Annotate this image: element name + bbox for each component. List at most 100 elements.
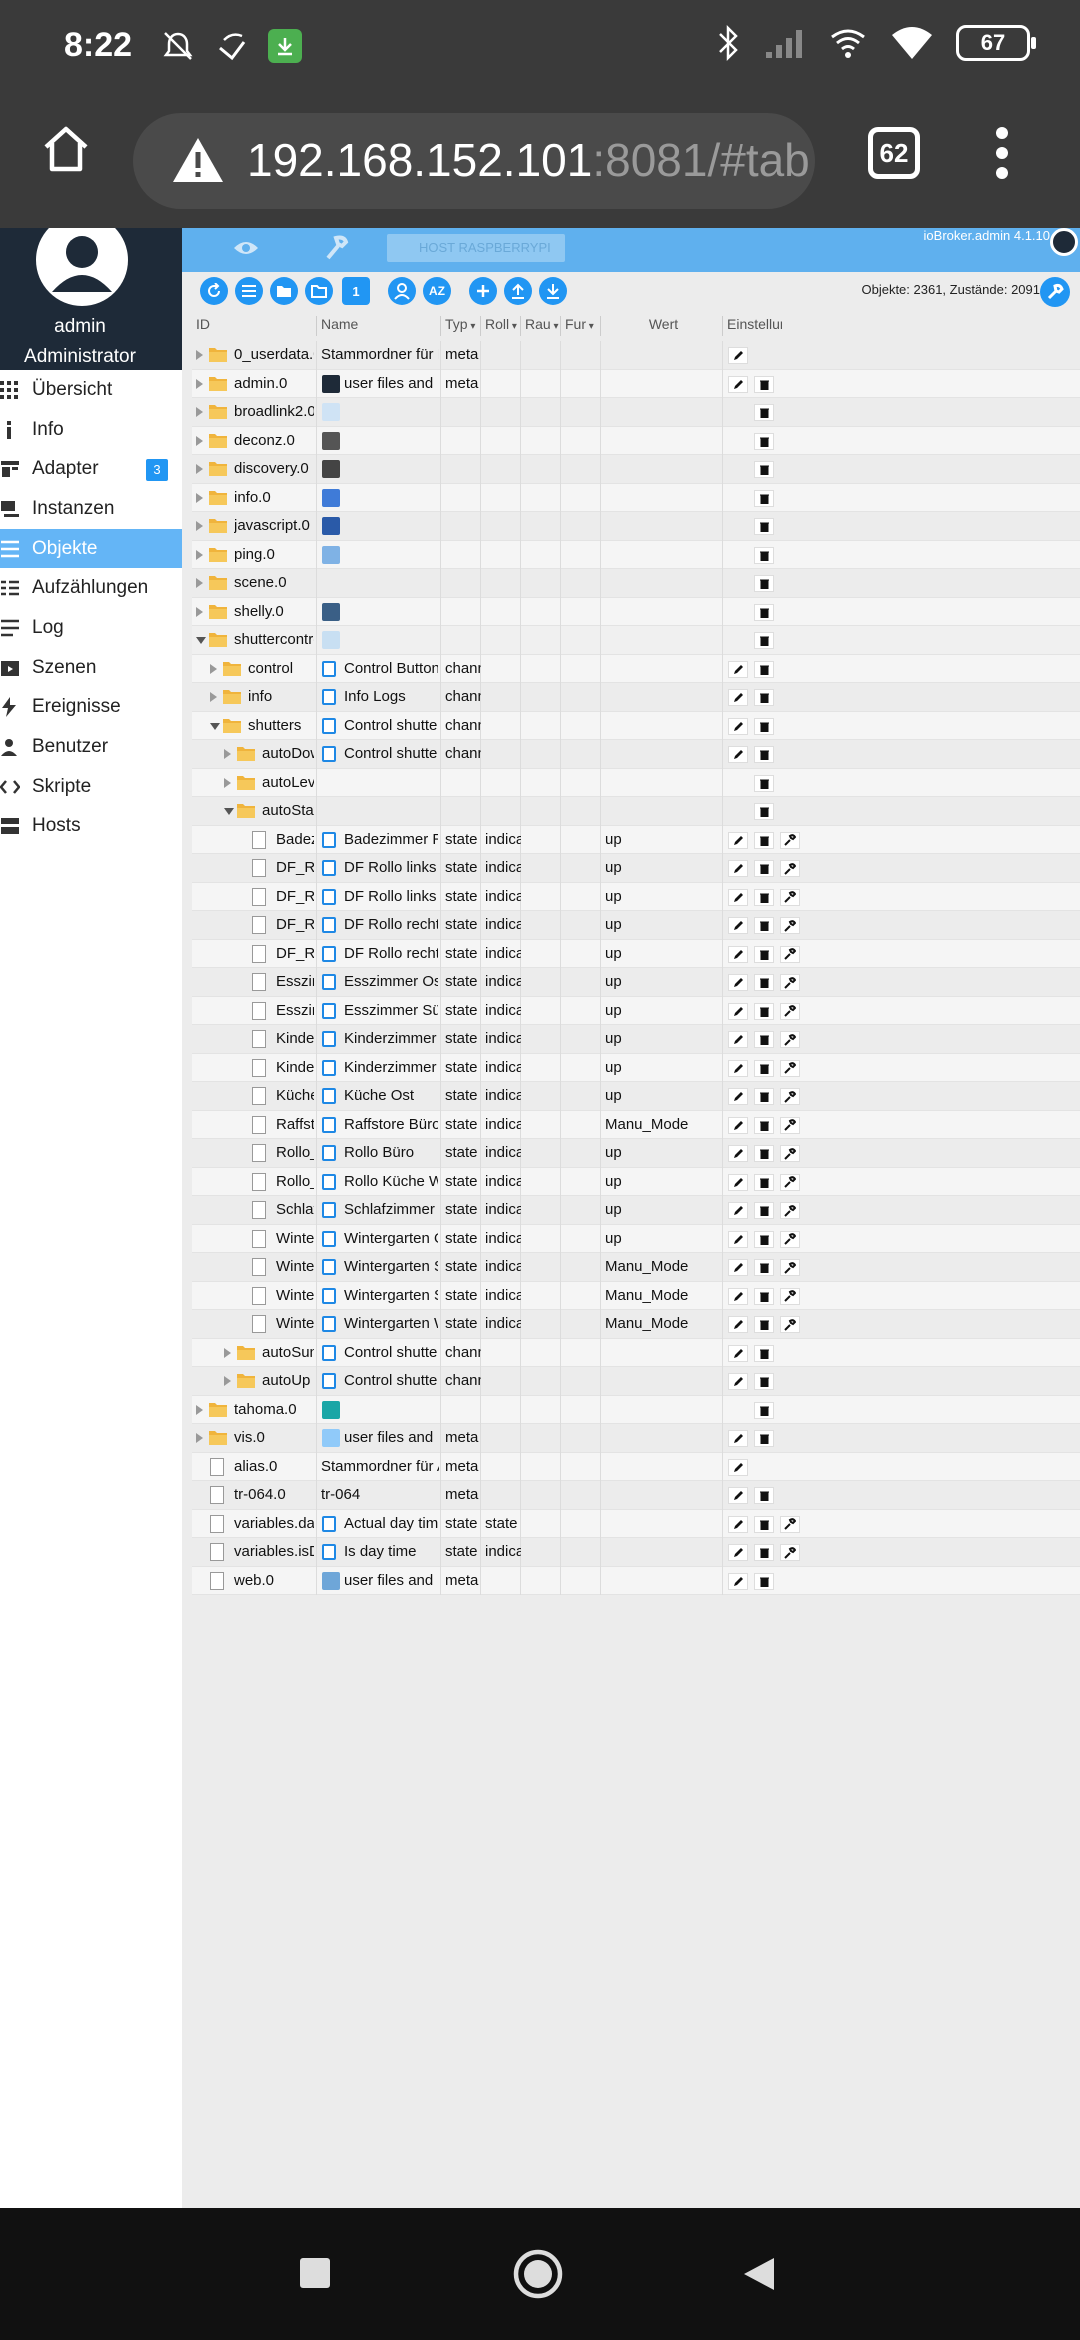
url-bar[interactable]: 192.168.152.101:8081/#tab xyxy=(133,113,815,209)
column-function[interactable]: Fur ▾ xyxy=(560,316,600,336)
delete-button[interactable] xyxy=(754,746,774,763)
table-row[interactable]: Rollo_Büro Rollo Büro state indicato up xyxy=(192,1139,1080,1168)
edit-button[interactable] xyxy=(728,1487,748,1504)
edit-button[interactable] xyxy=(728,1572,748,1590)
expand-toggle-icon[interactable] xyxy=(196,578,203,588)
tab-switcher-button[interactable]: 62 xyxy=(868,127,920,179)
recents-button[interactable] xyxy=(300,2258,330,2288)
wrench-button[interactable] xyxy=(780,1031,800,1048)
edit-button[interactable] xyxy=(728,1259,748,1276)
delete-button[interactable] xyxy=(754,404,774,421)
delete-button[interactable] xyxy=(754,1202,774,1219)
add-object-button[interactable] xyxy=(469,277,497,305)
table-row[interactable]: scene.0 xyxy=(192,569,1080,598)
edit-button[interactable] xyxy=(728,347,748,364)
table-row[interactable]: tahoma.0 xyxy=(192,1395,1080,1424)
avatar[interactable] xyxy=(36,228,128,306)
delete-button[interactable] xyxy=(754,1031,774,1048)
delete-button[interactable] xyxy=(754,1544,774,1561)
wrench-button[interactable] xyxy=(780,945,800,963)
edit-button[interactable] xyxy=(728,860,748,877)
expand-level-button[interactable]: 1 xyxy=(342,277,370,305)
table-row[interactable]: DF_Rollo_links_v DF Rollo links vorne stat… xyxy=(192,882,1080,911)
table-row[interactable]: tr-064.0 tr-064 meta xyxy=(192,1481,1080,1510)
edit-button[interactable] xyxy=(728,1287,748,1305)
delete-button[interactable] xyxy=(754,1230,774,1248)
wrench-button[interactable] xyxy=(780,1116,800,1134)
table-row[interactable]: autoLevel xyxy=(192,768,1080,797)
delete-button[interactable] xyxy=(754,888,774,906)
column-settings[interactable]: Einstellur ▾ xyxy=(722,316,782,336)
edit-button[interactable] xyxy=(728,1202,748,1219)
delete-button[interactable] xyxy=(754,1259,774,1276)
collapse-toggle-icon[interactable] xyxy=(224,808,234,815)
table-row[interactable]: Esszimmer_Süd Esszimmer Süd state indicato u… xyxy=(192,996,1080,1025)
table-row[interactable]: Schlafzimmer Schlafzimmer state indicato up xyxy=(192,1196,1080,1225)
table-row[interactable]: javascript.0 xyxy=(192,512,1080,541)
delete-button[interactable] xyxy=(754,660,774,678)
delete-button[interactable] xyxy=(754,1572,774,1590)
list-view-button[interactable] xyxy=(235,277,263,305)
expand-toggle-icon[interactable] xyxy=(224,777,231,788)
edit-button[interactable] xyxy=(728,1088,748,1105)
table-row[interactable]: 0_userdata.0 Stammordner für Benut... meta xyxy=(192,341,1080,370)
wrench-button[interactable] xyxy=(780,860,800,877)
table-row[interactable]: alias.0 Stammordner für Aliase meta xyxy=(192,1452,1080,1481)
delete-button[interactable] xyxy=(754,1088,774,1105)
back-button[interactable] xyxy=(742,2256,776,2292)
column-value[interactable]: Wert xyxy=(600,316,722,336)
delete-button[interactable] xyxy=(754,603,774,621)
wrench-button[interactable] xyxy=(780,1287,800,1305)
delete-button[interactable] xyxy=(754,1116,774,1134)
home-icon[interactable] xyxy=(38,121,94,177)
more-vert-icon[interactable] xyxy=(995,125,1009,181)
edit-button[interactable] xyxy=(728,717,748,735)
wrench-button[interactable] xyxy=(780,1202,800,1219)
delete-button[interactable] xyxy=(754,1430,774,1447)
column-type[interactable]: Typ ▾ xyxy=(440,316,480,336)
table-row[interactable]: autoSun Control shutter auto... channel xyxy=(192,1338,1080,1367)
delete-button[interactable] xyxy=(754,575,774,592)
sidebar-item-instanzen[interactable]: Instanzen xyxy=(0,489,182,529)
table-row[interactable]: Esszimmer_Ost Esszimmer Ost state indicato u… xyxy=(192,968,1080,997)
delete-button[interactable] xyxy=(754,1316,774,1333)
column-room[interactable]: Rau ▾ xyxy=(520,316,560,336)
expand-toggle-icon[interactable] xyxy=(196,492,203,503)
delete-button[interactable] xyxy=(754,1173,774,1191)
edit-button[interactable] xyxy=(728,1173,748,1191)
edit-button[interactable] xyxy=(728,1515,748,1533)
table-row[interactable]: vis.0 user files and images... meta xyxy=(192,1424,1080,1453)
table-row[interactable]: DF_Rollo_rechts DF Rollo rechts hinten sta… xyxy=(192,911,1080,940)
table-row[interactable]: Küche_Ost Küche Ost state indicato up xyxy=(192,1082,1080,1111)
expand-toggle-icon[interactable] xyxy=(196,606,203,617)
wrench-button[interactable] xyxy=(780,1002,800,1020)
wrench-icon[interactable] xyxy=(324,234,350,262)
table-row[interactable]: admin.0 user files and images... meta xyxy=(192,369,1080,398)
expand-toggle-icon[interactable] xyxy=(224,749,231,759)
table-row[interactable]: DF_Rollo_rechts DF Rollo rechts vorne stat… xyxy=(192,939,1080,968)
delete-button[interactable] xyxy=(754,1059,774,1077)
delete-button[interactable] xyxy=(754,1373,774,1390)
table-row[interactable]: Kinderzimmer_P Kinderzimmer Peter state ind… xyxy=(192,1053,1080,1082)
expand-toggle-icon[interactable] xyxy=(196,464,203,474)
delete-button[interactable] xyxy=(754,689,774,706)
table-row[interactable]: DF_Rollo_links_l DF Rollo links hinten sta… xyxy=(192,854,1080,883)
edit-button[interactable] xyxy=(728,1116,748,1134)
sidebar-item-skripte[interactable]: Skripte xyxy=(0,767,182,807)
edit-button[interactable] xyxy=(728,974,748,991)
sidebar-item-info[interactable]: Info xyxy=(0,410,182,450)
settings-wrench-button[interactable] xyxy=(1040,277,1070,307)
delete-button[interactable] xyxy=(754,831,774,849)
delete-button[interactable] xyxy=(754,974,774,991)
column-name[interactable]: Name xyxy=(316,316,440,336)
sidebar-item-szenen[interactable]: Szenen xyxy=(0,648,182,688)
expand-toggle-icon[interactable] xyxy=(224,1347,231,1358)
edit-button[interactable] xyxy=(728,1059,748,1077)
edit-button[interactable] xyxy=(728,1544,748,1561)
wrench-button[interactable] xyxy=(780,1544,800,1561)
refresh-button[interactable] xyxy=(200,277,228,305)
table-row[interactable]: shelly.0 xyxy=(192,597,1080,626)
edit-button[interactable] xyxy=(728,746,748,763)
wrench-button[interactable] xyxy=(780,1316,800,1333)
table-row[interactable]: variables.isDayTime Is day time state indic… xyxy=(192,1538,1080,1567)
